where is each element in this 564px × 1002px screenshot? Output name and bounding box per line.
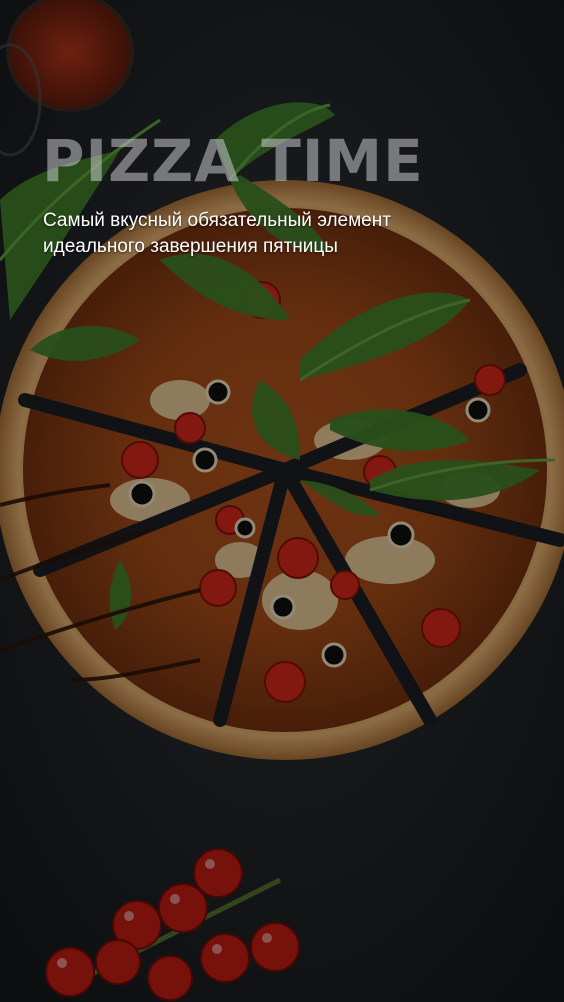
story-subtitle: Самый вкусный обязательный элемент идеал… bbox=[43, 210, 391, 257]
story-title: PIZZA TIME bbox=[42, 127, 424, 195]
